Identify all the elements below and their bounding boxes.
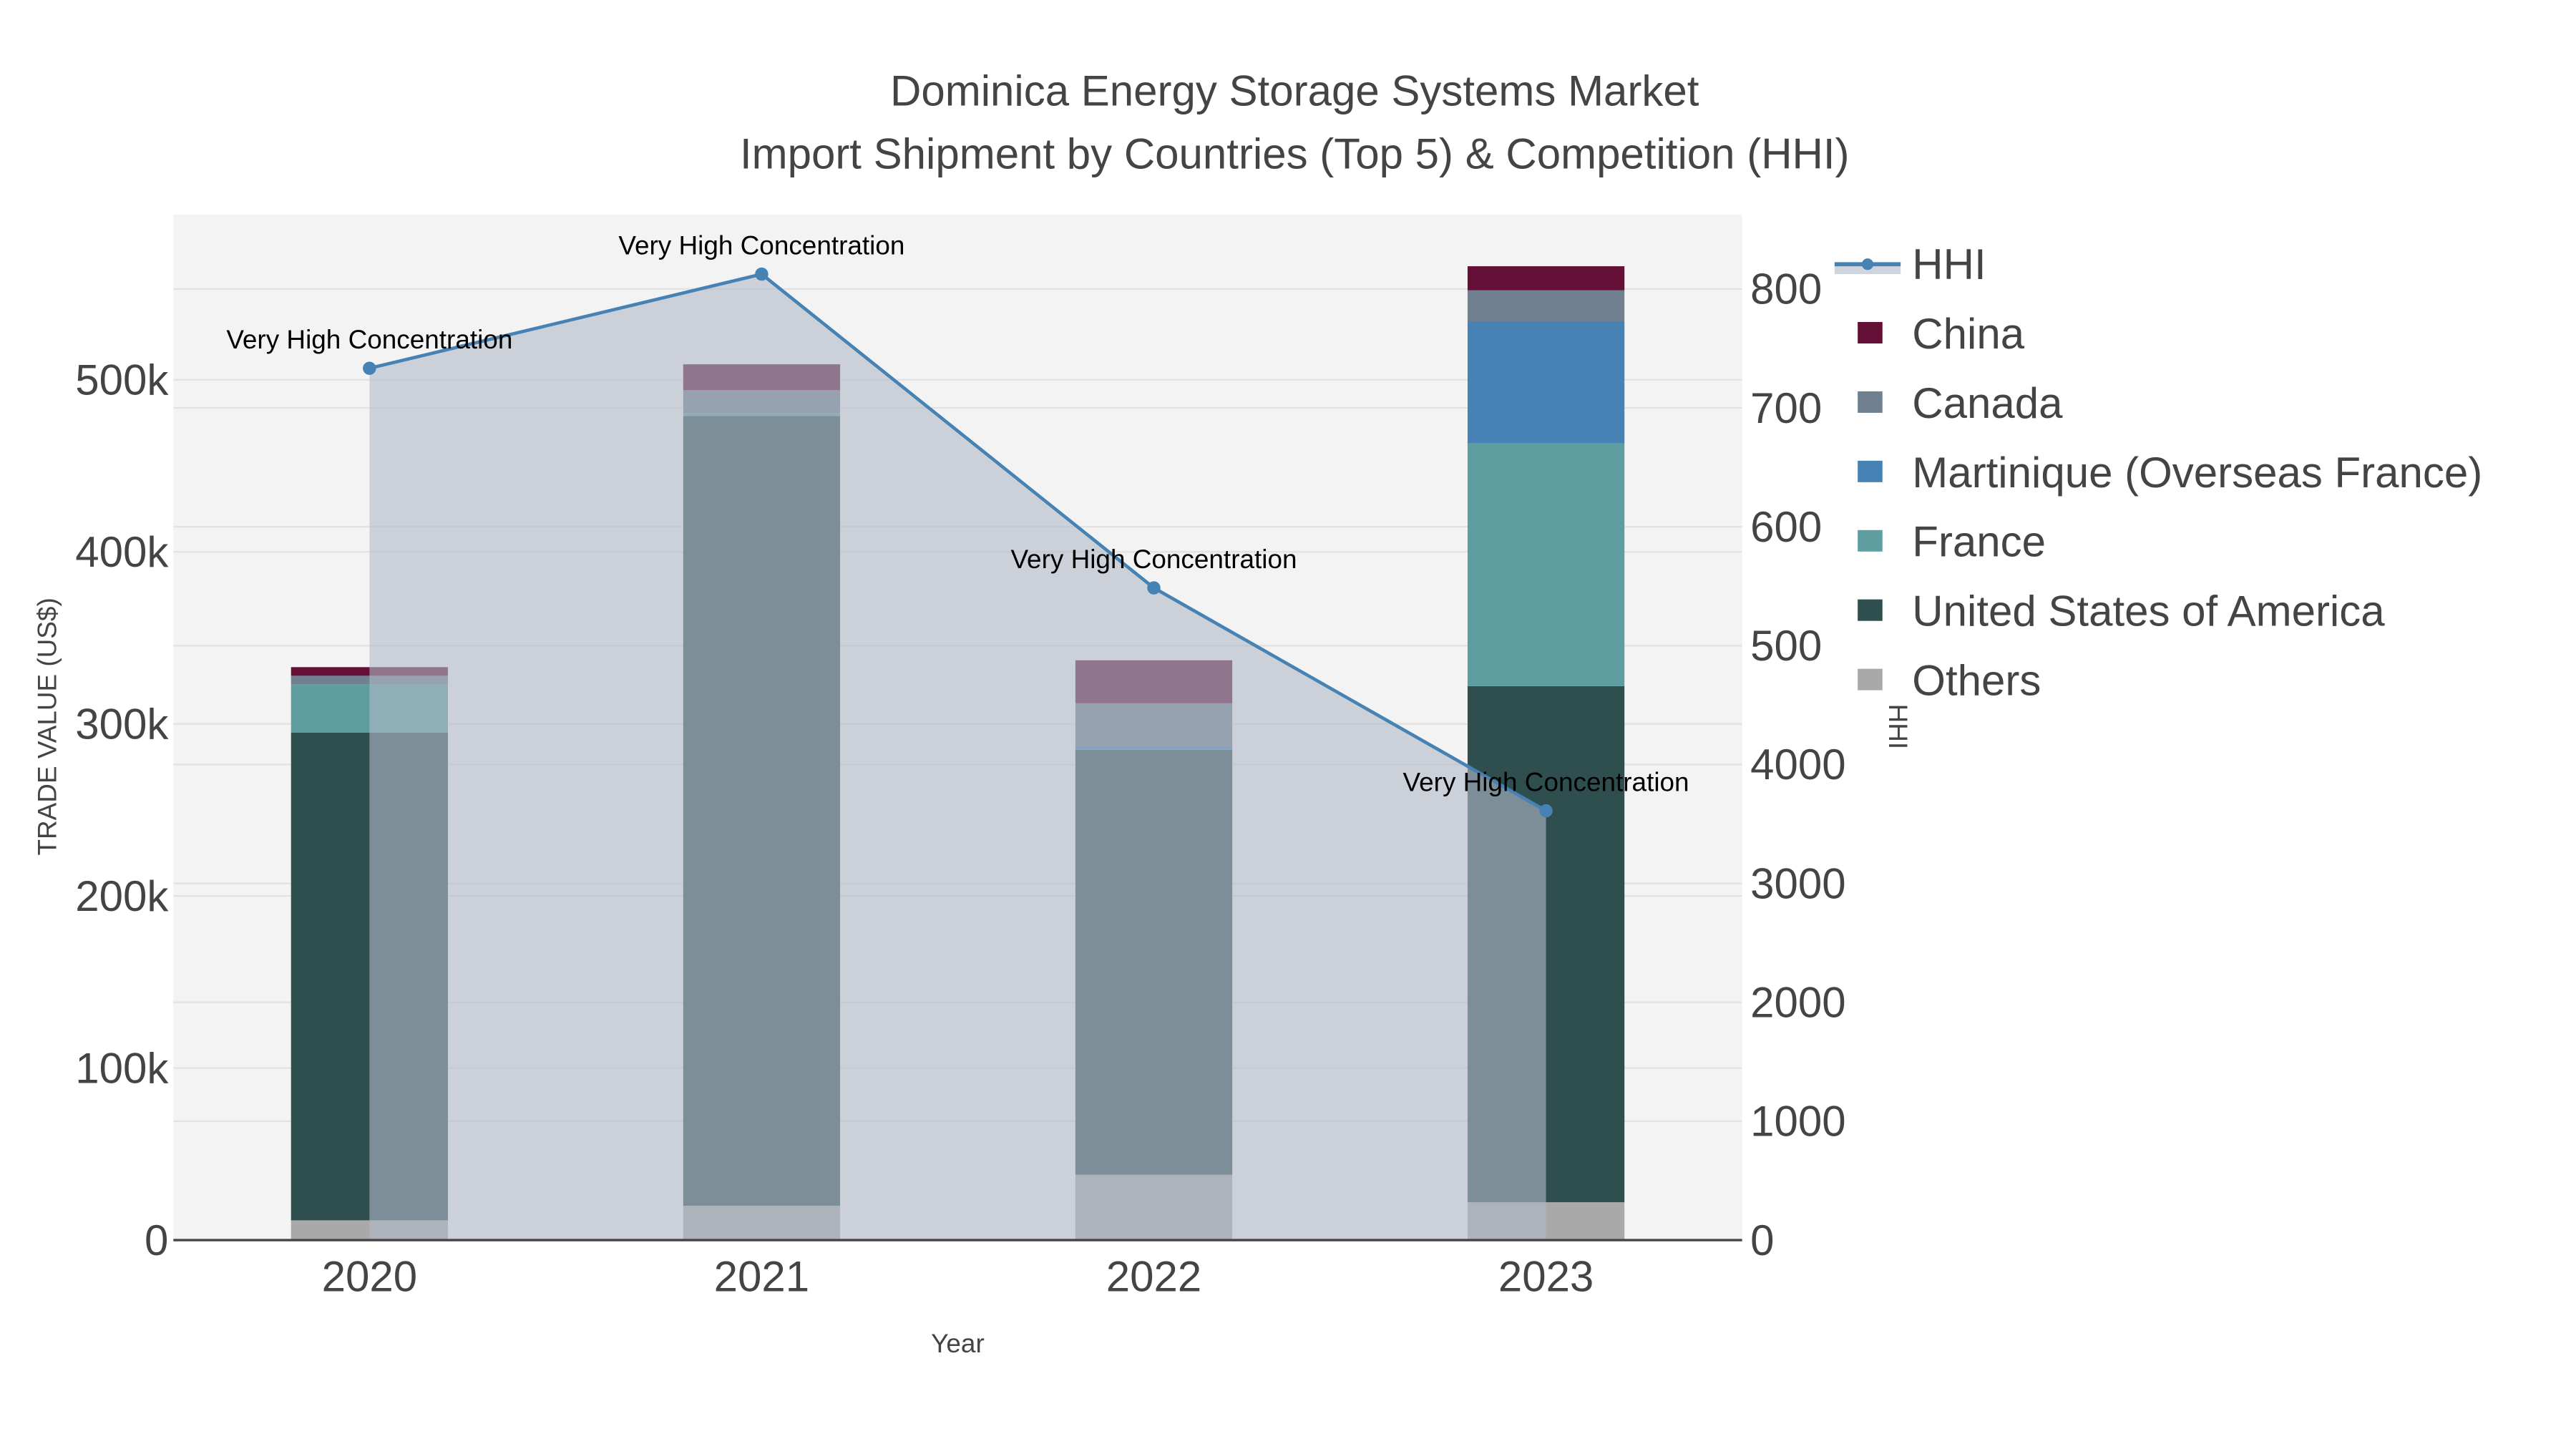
- y2-tick-label: 700: [1750, 384, 1822, 432]
- legend-label: Others: [1912, 657, 2041, 705]
- bar-martinique-overseas-france--2023: [1467, 321, 1625, 444]
- legend-hhi-marker: [1861, 258, 1874, 270]
- y-tick-label: 400k: [75, 528, 169, 576]
- y2-tick-label: 800: [1750, 265, 1822, 313]
- bar-france-2023: [1467, 443, 1625, 686]
- legend-swatch: [1858, 322, 1883, 343]
- chart: Dominica Energy Storage Systems Market I…: [32, 67, 2482, 1358]
- x-tick-label: 2022: [1106, 1253, 1201, 1301]
- hhi-annotation: Very High Concentration: [618, 230, 904, 260]
- x-axis-label: Year: [931, 1329, 985, 1358]
- x-tick-label: 2021: [714, 1253, 809, 1301]
- y-tick-label: 500k: [75, 356, 169, 404]
- chart-title: Dominica Energy Storage Systems Market: [890, 67, 1699, 115]
- legend-label: Canada: [1912, 379, 2063, 427]
- y2-tick-label: 3000: [1750, 859, 1845, 907]
- y-tick-label: 200k: [75, 872, 169, 920]
- y-axis-label: TRADE VALUE (US$): [32, 597, 62, 855]
- y-tick-label: 300k: [75, 700, 169, 748]
- y2-tick-label: 1000: [1750, 1098, 1845, 1146]
- legend: HHI China Canada Martinique (Overseas Franc…: [1834, 240, 2482, 705]
- y2-tick-label: 2000: [1750, 979, 1845, 1027]
- y-tick-label: 0: [145, 1216, 168, 1264]
- legend-swatch: [1858, 391, 1883, 413]
- bar-canada-2023: [1467, 290, 1625, 322]
- hhi-point: [1539, 804, 1553, 818]
- legend-label: United States of America: [1912, 587, 2385, 635]
- legend-label: HHI: [1912, 240, 1986, 288]
- legend-swatch: [1858, 668, 1883, 691]
- legend-swatch: [1858, 530, 1883, 552]
- bar-china-2023: [1467, 266, 1625, 291]
- y2-tick-label: 4000: [1750, 741, 1845, 789]
- legend-label: France: [1912, 518, 2046, 566]
- y2-axis-label: HHI: [1883, 704, 1913, 750]
- y2-tick-label: 600: [1750, 503, 1822, 551]
- hhi-annotation: Very High Concentration: [1010, 545, 1297, 574]
- legend-label: Martinique (Overseas France): [1912, 449, 2482, 497]
- hhi-point: [363, 361, 376, 375]
- legend-swatch: [1858, 599, 1883, 621]
- y2-tick-label: 500: [1750, 622, 1822, 670]
- x-tick-label: 2020: [322, 1253, 417, 1301]
- hhi-point: [1147, 581, 1161, 595]
- hhi-annotation: Very High Concentration: [1403, 767, 1689, 796]
- legend-label: China: [1912, 310, 2024, 358]
- x-tick-label: 2023: [1498, 1253, 1594, 1301]
- y2-tick-label: 0: [1750, 1216, 1774, 1264]
- y-tick-label: 100k: [75, 1044, 169, 1092]
- legend-swatch: [1858, 460, 1883, 482]
- hhi-annotation: Very High Concentration: [226, 325, 512, 354]
- hhi-point: [755, 267, 769, 281]
- chart-subtitle: Import Shipment by Countries (Top 5) & C…: [740, 130, 1850, 177]
